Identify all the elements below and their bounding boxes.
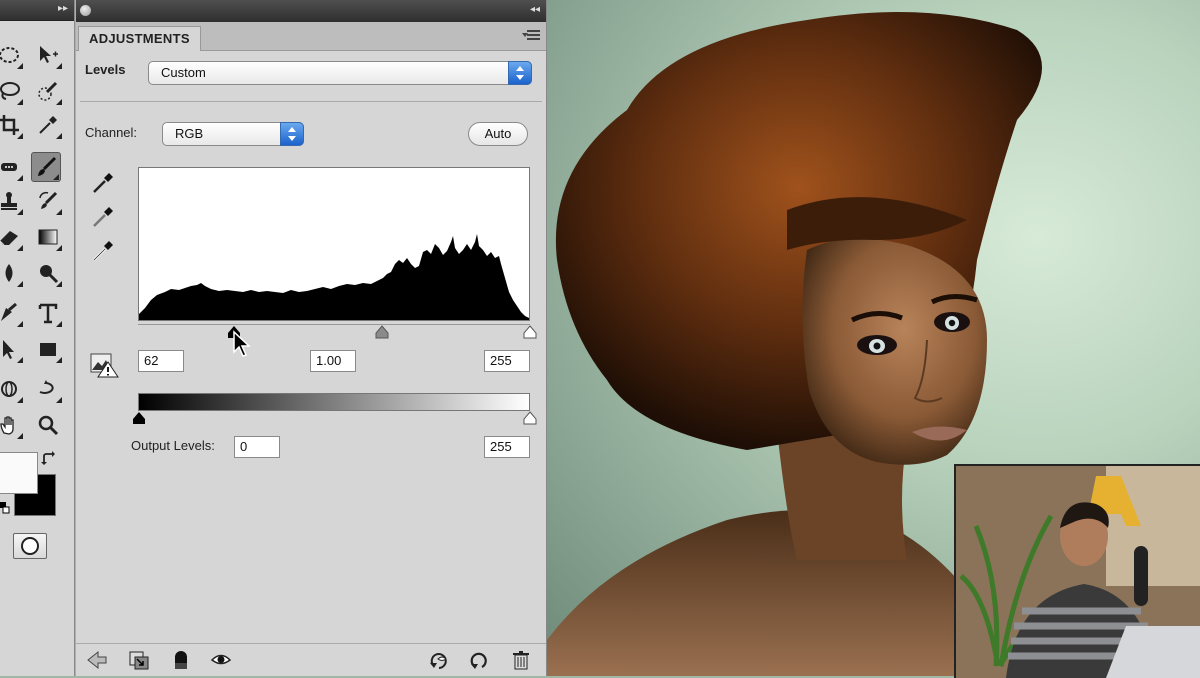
trash-icon bbox=[513, 651, 529, 670]
input-white-field[interactable]: 255 bbox=[484, 350, 530, 372]
collapse-icon[interactable]: ◂◂ bbox=[530, 4, 540, 15]
clipping-warning-icon[interactable] bbox=[90, 350, 120, 378]
zoom-icon[interactable] bbox=[33, 410, 63, 440]
marquee-icon[interactable] bbox=[0, 40, 24, 70]
clip-to-layer-icon bbox=[129, 651, 149, 670]
eraser-icon[interactable] bbox=[0, 222, 24, 252]
layer-mask-icon bbox=[175, 651, 187, 669]
collapse-icon[interactable]: ▸▸ bbox=[58, 3, 68, 14]
histogram-graph bbox=[139, 234, 529, 320]
histogram bbox=[138, 167, 530, 321]
input-slider-track bbox=[138, 324, 530, 325]
visibility-button[interactable] bbox=[210, 649, 232, 671]
brush-icon[interactable] bbox=[31, 152, 61, 182]
panel-tabbar: ADJUSTMENTS bbox=[76, 22, 546, 51]
presenter-video bbox=[956, 466, 1200, 678]
swap-colors-icon[interactable] bbox=[40, 450, 58, 468]
input-gamma-field[interactable]: 1.00 bbox=[310, 350, 356, 372]
crop-icon[interactable] bbox=[0, 110, 24, 140]
auto-button[interactable]: Auto bbox=[468, 122, 528, 146]
clone-stamp-icon[interactable] bbox=[0, 186, 24, 216]
shape-icon[interactable] bbox=[33, 334, 63, 364]
panel-titlebar: ◂◂ bbox=[76, 0, 546, 22]
quick-mask-icon bbox=[21, 537, 39, 555]
output-black-field[interactable]: 0 bbox=[234, 436, 280, 458]
input-black-field[interactable]: 62 bbox=[138, 350, 184, 372]
channel-value: RGB bbox=[175, 126, 204, 141]
type-icon[interactable] bbox=[33, 298, 63, 328]
visibility-eye-icon bbox=[210, 654, 232, 665]
adjustments-panel: ◂◂ ADJUSTMENTS Levels Custom Channel: RG… bbox=[76, 0, 547, 676]
mouse-cursor-icon bbox=[233, 330, 251, 357]
reset-button[interactable] bbox=[468, 649, 490, 671]
input-white-slider-handle[interactable] bbox=[522, 325, 538, 339]
webcam-overlay bbox=[954, 464, 1200, 678]
back-arrow-button[interactable] bbox=[86, 649, 108, 671]
gradient-icon[interactable] bbox=[33, 222, 63, 252]
history-brush-icon[interactable] bbox=[33, 186, 63, 216]
3d-orbit-icon[interactable] bbox=[33, 374, 63, 404]
view-previous-icon bbox=[430, 653, 447, 669]
output-white-field[interactable]: 255 bbox=[484, 436, 530, 458]
reset-icon bbox=[470, 652, 487, 669]
preset-value: Custom bbox=[161, 65, 206, 80]
output-black-slider-handle[interactable] bbox=[131, 411, 147, 425]
panel-footer bbox=[76, 643, 546, 676]
quick-mask-button[interactable] bbox=[13, 533, 47, 559]
close-icon[interactable] bbox=[80, 5, 91, 16]
move-icon[interactable] bbox=[33, 40, 63, 70]
back-arrow-icon bbox=[87, 650, 107, 670]
preset-dropdown[interactable]: Custom bbox=[148, 61, 532, 85]
lasso-icon[interactable] bbox=[0, 76, 24, 106]
default-colors-icon[interactable] bbox=[0, 502, 10, 514]
delete-button[interactable] bbox=[510, 649, 532, 671]
output-gradient-bar bbox=[138, 393, 530, 411]
foreground-color-swatch[interactable] bbox=[0, 452, 38, 494]
stepper-arrows-icon bbox=[508, 61, 532, 85]
divider bbox=[80, 101, 542, 102]
channel-label: Channel: bbox=[85, 125, 138, 140]
tools-panel: ▸▸ bbox=[0, 0, 75, 676]
channel-dropdown[interactable]: RGB bbox=[162, 122, 304, 146]
eyedropper-icon[interactable] bbox=[33, 110, 63, 140]
clip-to-layer-button[interactable] bbox=[128, 649, 150, 671]
hand-icon[interactable] bbox=[0, 410, 24, 440]
input-gamma-slider-handle[interactable] bbox=[374, 325, 390, 339]
gray-point-eyedropper-icon[interactable] bbox=[90, 204, 116, 230]
quick-selection-icon[interactable] bbox=[33, 76, 63, 106]
output-levels-label: Output Levels: bbox=[131, 438, 215, 453]
panel-menu-icon[interactable] bbox=[522, 30, 540, 42]
blur-icon[interactable] bbox=[0, 258, 24, 288]
output-white-slider-handle[interactable] bbox=[522, 411, 538, 425]
pen-icon[interactable] bbox=[0, 298, 24, 328]
view-previous-button[interactable] bbox=[428, 649, 450, 671]
tab-adjustments[interactable]: ADJUSTMENTS bbox=[78, 26, 201, 51]
stepper-arrows-icon bbox=[280, 122, 304, 146]
preset-label: Levels bbox=[85, 62, 126, 77]
white-point-eyedropper-icon[interactable] bbox=[90, 238, 116, 264]
3d-rotate-icon[interactable] bbox=[0, 374, 24, 404]
path-selection-icon[interactable] bbox=[0, 334, 24, 364]
healing-brush-icon[interactable] bbox=[0, 152, 24, 182]
black-point-eyedropper-icon[interactable] bbox=[90, 170, 116, 196]
dodge-icon[interactable] bbox=[33, 258, 63, 288]
layer-mask-button[interactable] bbox=[170, 649, 192, 671]
tools-panel-header: ▸▸ bbox=[0, 0, 74, 21]
